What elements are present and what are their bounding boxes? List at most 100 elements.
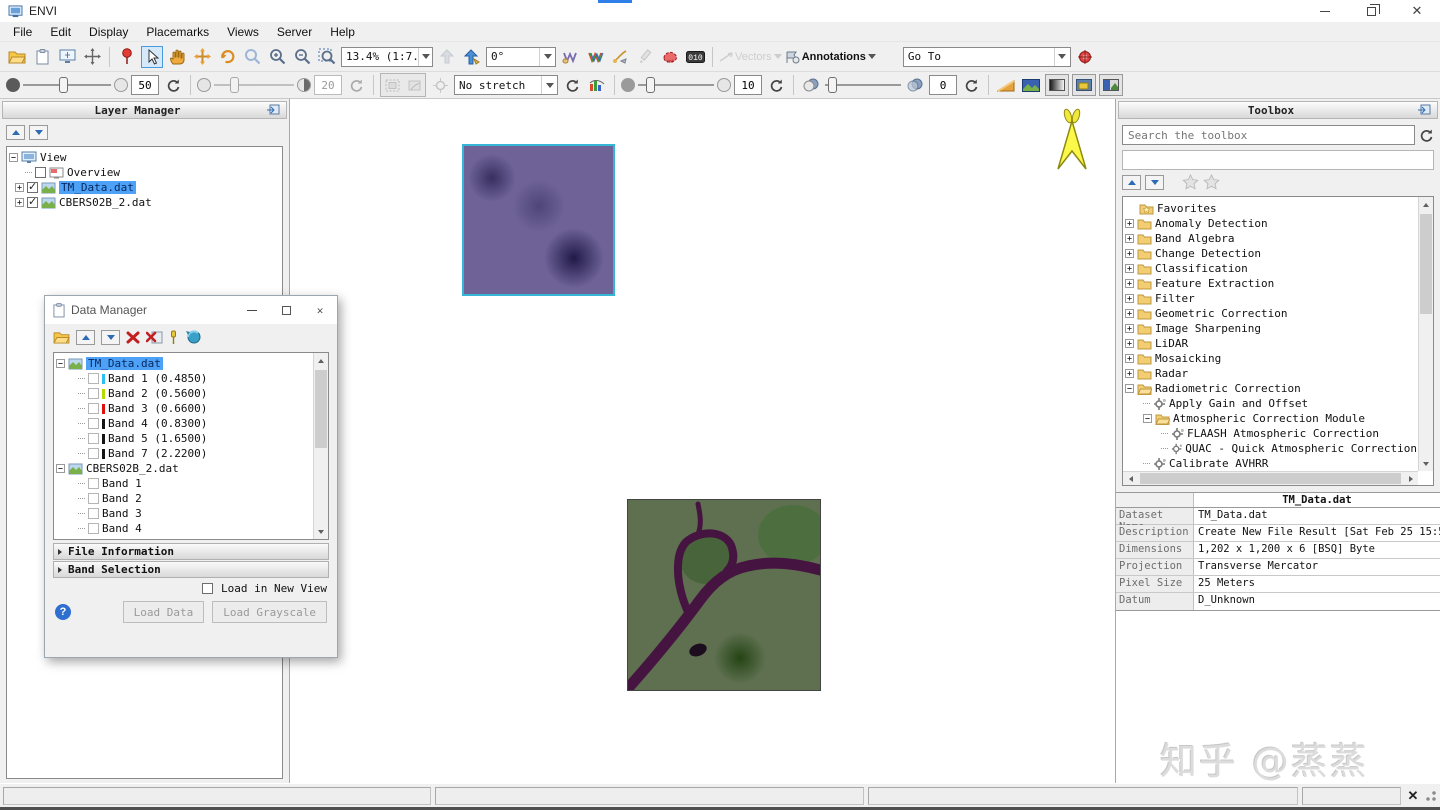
previous-view-icon[interactable] bbox=[436, 46, 458, 68]
toolbox-item-change-detection[interactable]: + Change Detection bbox=[1125, 246, 1417, 261]
expander-icon[interactable]: + bbox=[15, 183, 24, 192]
brightness-slider[interactable] bbox=[23, 76, 111, 94]
collapse-all-button[interactable] bbox=[76, 329, 95, 345]
restore-button[interactable] bbox=[1348, 0, 1394, 22]
toolbox-item-lidar[interactable]: + LiDAR bbox=[1125, 336, 1417, 351]
scroll-right-button[interactable] bbox=[1403, 472, 1418, 485]
band-checkbox[interactable] bbox=[88, 388, 99, 399]
close-button[interactable]: ✕ bbox=[1394, 0, 1440, 22]
spectral-profile-icon[interactable] bbox=[584, 46, 606, 68]
band-checkbox[interactable] bbox=[88, 523, 99, 534]
rotation-combo[interactable]: 0° bbox=[486, 46, 556, 67]
file-information-section[interactable]: File Information bbox=[53, 543, 329, 560]
dm-band-row[interactable]: Band 7 (2.2200) bbox=[56, 446, 312, 461]
zoom-in-icon[interactable] bbox=[266, 46, 288, 68]
contrast-reset-icon[interactable] bbox=[345, 74, 367, 96]
expander-icon[interactable]: + bbox=[1125, 249, 1134, 258]
expander-icon[interactable]: + bbox=[1125, 279, 1134, 288]
dm-item-cbers[interactable]: − CBERS02B_2.dat bbox=[56, 461, 312, 476]
placemark-pin-icon[interactable] bbox=[116, 46, 138, 68]
color-table-toggle-button[interactable] bbox=[1072, 74, 1096, 96]
contrast-slider[interactable] bbox=[214, 76, 294, 94]
dm-close-button[interactable]: ✕ bbox=[303, 296, 337, 324]
dm-band-row[interactable]: Band 4 bbox=[56, 521, 312, 536]
open-file-icon[interactable] bbox=[53, 331, 70, 344]
scroll-up-button[interactable] bbox=[314, 353, 328, 368]
scrollbar-thumb[interactable] bbox=[315, 370, 327, 448]
color-ramp-icon[interactable] bbox=[995, 74, 1017, 96]
transparency-reset-icon[interactable] bbox=[960, 74, 982, 96]
band-selection-section[interactable]: Band Selection bbox=[53, 561, 329, 578]
resize-grip[interactable] bbox=[1425, 789, 1437, 802]
expander-icon[interactable]: + bbox=[1125, 354, 1134, 363]
load-in-new-view-checkbox[interactable] bbox=[202, 583, 214, 594]
scroll-down-button[interactable] bbox=[1419, 456, 1433, 471]
zoom-out-icon[interactable] bbox=[291, 46, 313, 68]
dm-minimize-button[interactable] bbox=[235, 296, 269, 324]
dm-band-row[interactable]: Band 5 (1.6500) bbox=[56, 431, 312, 446]
histogram-stretch-icon[interactable] bbox=[586, 74, 608, 96]
dock-pin-icon[interactable] bbox=[266, 104, 280, 116]
band-checkbox[interactable] bbox=[88, 403, 99, 414]
menu-edit[interactable]: Edit bbox=[41, 23, 80, 41]
expand-all-button[interactable] bbox=[29, 125, 48, 140]
dm-maximize-button[interactable] bbox=[269, 296, 303, 324]
toolbox-search-input[interactable] bbox=[1122, 125, 1415, 145]
rotate-view-icon[interactable] bbox=[216, 46, 238, 68]
transparency-slider[interactable] bbox=[825, 76, 901, 94]
zoom-to-extent-icon[interactable] bbox=[81, 46, 103, 68]
pan-hand-icon[interactable] bbox=[166, 46, 188, 68]
tree-item-overview[interactable]: Overview bbox=[9, 165, 280, 180]
tm-data-image[interactable] bbox=[462, 144, 615, 296]
expander-icon[interactable]: + bbox=[1125, 324, 1134, 333]
band-checkbox[interactable] bbox=[88, 493, 99, 504]
grayscale-toggle-button[interactable] bbox=[1045, 74, 1069, 96]
toolbox-item-feature-extraction[interactable]: + Feature Extraction bbox=[1125, 276, 1417, 291]
vectors-button[interactable]: Vectors bbox=[719, 46, 782, 68]
dm-band-row[interactable]: Band 3 (0.6600) bbox=[56, 401, 312, 416]
stretch-full-extent-icon[interactable] bbox=[381, 74, 403, 96]
pin-icon[interactable] bbox=[169, 330, 178, 345]
zoom-window-icon[interactable] bbox=[241, 46, 263, 68]
tm-data-checkbox[interactable] bbox=[27, 180, 38, 193]
zoom-fit-icon[interactable] bbox=[316, 46, 338, 68]
toolbox-item-flaash[interactable]: 01FLAASH Atmospheric Correction bbox=[1125, 426, 1417, 441]
data-manager-titlebar[interactable]: Data Manager ✕ bbox=[45, 296, 337, 324]
toolbox-horizontal-scrollbar[interactable] bbox=[1123, 471, 1418, 485]
scroll-up-button[interactable] bbox=[1419, 197, 1433, 212]
overview-checkbox[interactable] bbox=[35, 167, 46, 178]
toolbox-item-classification[interactable]: + Classification bbox=[1125, 261, 1417, 276]
views-layout-icon[interactable] bbox=[56, 46, 78, 68]
data-manager-icon[interactable] bbox=[31, 46, 53, 68]
toolbox-item-filter[interactable]: + Filter bbox=[1125, 291, 1417, 306]
menu-placemarks[interactable]: Placemarks bbox=[137, 23, 218, 41]
toolbox-item-mosaicking[interactable]: + Mosaicking bbox=[1125, 351, 1417, 366]
dm-vertical-scrollbar[interactable] bbox=[313, 353, 328, 539]
menu-display[interactable]: Display bbox=[80, 23, 137, 41]
status-close-button[interactable]: ✕ bbox=[1405, 788, 1421, 804]
expand-all-button[interactable] bbox=[101, 329, 120, 345]
placemark-symbol[interactable] bbox=[1055, 107, 1089, 173]
brightness-input[interactable] bbox=[131, 75, 159, 95]
expander-icon[interactable]: − bbox=[1143, 414, 1152, 423]
goto-combo[interactable]: Go To bbox=[902, 46, 1071, 67]
expander-icon[interactable]: + bbox=[1125, 309, 1134, 318]
toolbox-item-anomaly-detection[interactable]: + Anomaly Detection bbox=[1125, 216, 1417, 231]
scrollbar-thumb[interactable] bbox=[1420, 214, 1432, 314]
expander-icon[interactable]: + bbox=[1125, 219, 1134, 228]
dm-band-row[interactable]: Band 1 (0.4850) bbox=[56, 371, 312, 386]
dm-band-row[interactable]: Band 1 bbox=[56, 476, 312, 491]
load-grayscale-button[interactable]: Load Grayscale bbox=[212, 601, 327, 623]
stretch-type-combo[interactable]: No stretch bbox=[454, 75, 558, 95]
band-checkbox[interactable] bbox=[88, 448, 99, 459]
contrast-input[interactable] bbox=[314, 75, 342, 95]
dm-item-tm-data[interactable]: − TM_Data.dat bbox=[56, 356, 312, 371]
geographic-link-icon[interactable] bbox=[1074, 46, 1096, 68]
toolbox-item-radiometric-correction[interactable]: − Radiometric Correction bbox=[1125, 381, 1417, 396]
sharpen-input[interactable] bbox=[734, 75, 762, 95]
expander-icon[interactable]: + bbox=[1125, 234, 1134, 243]
expander-icon[interactable]: + bbox=[1125, 369, 1134, 378]
menu-help[interactable]: Help bbox=[321, 23, 364, 41]
stretch-view-extent-icon[interactable] bbox=[403, 74, 425, 96]
remove-favorite-star-icon[interactable] bbox=[1203, 174, 1220, 190]
